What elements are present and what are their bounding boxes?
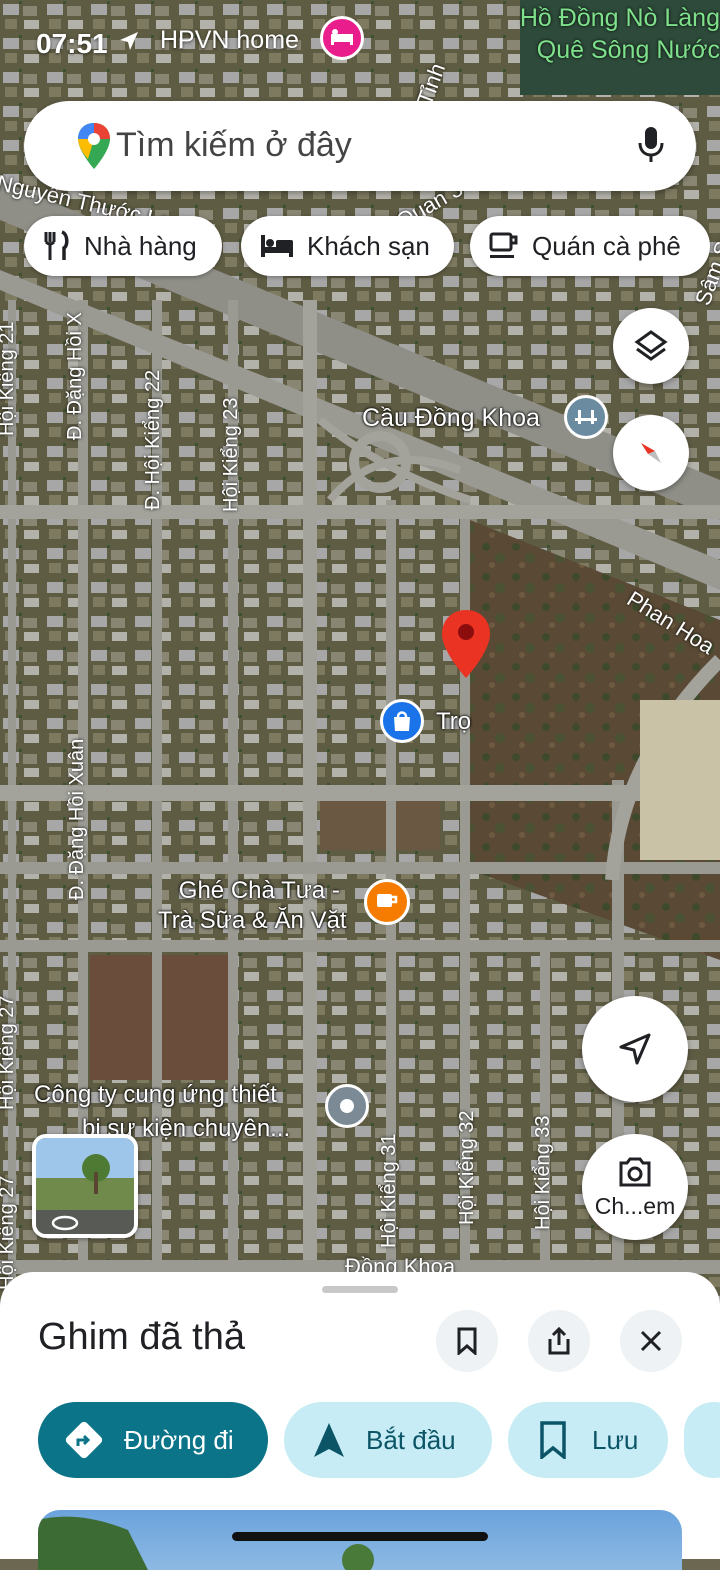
layers-button[interactable] <box>613 308 689 384</box>
directions-button[interactable]: Đường đi <box>38 1402 268 1478</box>
street-label: Hội Kiểng 27 <box>0 1175 18 1290</box>
save-icon-button[interactable] <box>436 1310 498 1372</box>
navigation-arrow-icon <box>314 1423 344 1457</box>
bookmark-icon <box>540 1421 566 1459</box>
start-label: Bắt đầu <box>366 1424 456 1455</box>
bridge-pin-icon[interactable] <box>564 395 608 439</box>
navigation-arrow-icon <box>619 1033 651 1065</box>
share-button[interactable] <box>528 1310 590 1372</box>
street-view-thumbnail[interactable] <box>32 1134 138 1238</box>
place-label-line1: Công ty cung ứng thiết <box>34 1081 277 1108</box>
my-location-button[interactable] <box>582 996 688 1102</box>
share-icon <box>548 1326 570 1355</box>
chip-label: Khách sạn <box>307 230 430 261</box>
street-label: Hội Kiểng 23 <box>220 397 242 512</box>
street-label: Hội Kiểng 31 <box>378 1133 400 1248</box>
more-action-button[interactable] <box>684 1402 720 1478</box>
bottom-sheet[interactable]: Ghim đã thả Đường đi Bắt đầu Lưu <box>0 1272 720 1570</box>
directions-icon <box>65 1421 103 1459</box>
microphone-icon[interactable] <box>636 125 666 165</box>
search-bar[interactable]: Tìm kiếm ở đây <box>24 101 696 191</box>
lake-label: Hồ Đồng Nò Làng Quê Sông Nước <box>520 2 720 66</box>
home-indicator <box>232 1532 488 1541</box>
rotate-360-icon <box>51 1215 79 1231</box>
street-label: Hội Kiểng 32 <box>456 1110 478 1225</box>
compass-button[interactable] <box>613 415 689 491</box>
street-label: Đ. Hội Kiểng 22 <box>142 369 164 510</box>
fork-knife-icon <box>44 230 69 260</box>
shopping-pin-icon[interactable] <box>380 699 424 743</box>
cafe-pin-icon[interactable] <box>364 879 410 925</box>
sheet-title: Ghim đã thả <box>38 1316 245 1358</box>
place-label[interactable]: Ghé Chà Tưa - Trà Sữa & Ăn Vặt <box>158 876 347 936</box>
lake-label-line1: Hồ Đồng Nò Làng <box>519 4 720 32</box>
chip-restaurants[interactable]: Nhà hàng <box>24 216 222 276</box>
layers-icon <box>634 330 668 361</box>
close-button[interactable] <box>620 1310 682 1372</box>
clock: 07:51 <box>36 28 108 59</box>
street-label: Hội Kiểng 27 <box>0 995 18 1110</box>
close-icon <box>640 1330 662 1352</box>
camera-label: Ch...em <box>594 1192 676 1219</box>
save-button[interactable]: Lưu <box>508 1402 668 1478</box>
place-label-line1: Ghé Chà Tưa - <box>178 877 340 904</box>
google-maps-logo-icon <box>78 123 110 169</box>
place-pin-icon[interactable] <box>325 1084 369 1128</box>
directions-label: Đường đi <box>124 1424 234 1455</box>
place-label[interactable]: Trọ <box>436 708 471 736</box>
lake-label-line2: Quê Sông Nước <box>536 36 720 64</box>
chip-coffee[interactable]: Quán cà phê <box>470 216 710 276</box>
dropped-pin-icon[interactable] <box>440 608 492 680</box>
compass-icon <box>641 443 661 463</box>
street-label: Đ. Đặng Hồi Xuân <box>66 738 88 900</box>
hotel-pin-icon[interactable] <box>320 16 364 60</box>
location-arrow-icon <box>120 32 138 50</box>
coffee-cup-icon <box>489 232 518 258</box>
status-bar: 07:51 HPVN home Hồ Đồng Nò Làng Quê Sông… <box>0 0 720 90</box>
save-label: Lưu <box>592 1424 639 1455</box>
start-button[interactable]: Bắt đầu <box>284 1402 492 1478</box>
home-label: HPVN home <box>160 26 299 54</box>
camera-search-button[interactable]: Ch...em <box>582 1134 688 1240</box>
drag-handle[interactable] <box>322 1286 398 1293</box>
street-label: Đ. Đặng Hồi X <box>64 312 86 440</box>
chip-label: Quán cà phê <box>532 230 681 261</box>
street-label: Hội Kiểng 33 <box>532 1115 554 1230</box>
place-label[interactable]: Cầu Đồng Khoa <box>362 404 540 433</box>
chip-label: Nhà hàng <box>84 230 197 261</box>
place-label-line2: Trà Sữa & Ăn Vặt <box>158 907 347 934</box>
search-input[interactable]: Tìm kiếm ở đây <box>116 126 352 165</box>
street-label: Hội Kiểng 21 <box>0 321 18 436</box>
camera-icon <box>619 1157 651 1186</box>
bookmark-icon <box>457 1327 477 1355</box>
chip-hotels[interactable]: Khách sạn <box>241 216 454 276</box>
bed-icon <box>261 235 293 257</box>
